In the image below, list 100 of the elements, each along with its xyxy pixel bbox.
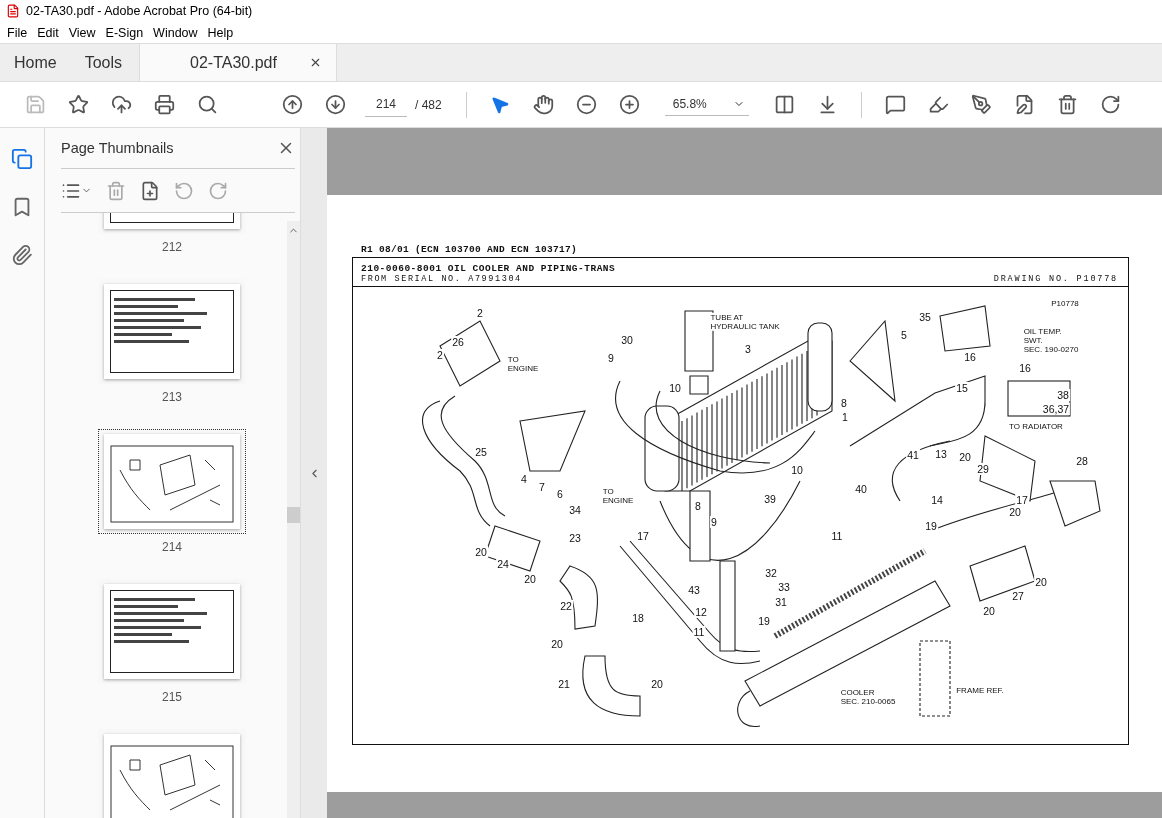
part-number-label: 19 <box>757 614 771 628</box>
window-title: 02-TA30.pdf - Adobe Acrobat Pro (64-bit) <box>26 4 253 18</box>
part-number-label: 20 <box>1008 505 1022 519</box>
part-number-label: 18 <box>631 611 645 625</box>
page-number-label: 212 <box>162 240 182 254</box>
part-number-label: 9 <box>710 515 718 529</box>
part-number-label: 2 <box>436 348 444 362</box>
page-number-label: 213 <box>162 390 182 404</box>
part-number-label: 20 <box>982 604 996 618</box>
part-number-label: 28 <box>1075 454 1089 468</box>
drawing-note: OIL TEMP. SWT. SEC. 190-0270 <box>1022 327 1080 355</box>
drawing-note: TO RADIATOR <box>1008 422 1064 432</box>
part-number-label: 17 <box>636 529 650 543</box>
part-number-label: 22 <box>559 599 573 613</box>
hand-icon[interactable] <box>532 94 554 115</box>
page-total: / 482 <box>415 97 442 112</box>
scrollbar[interactable] <box>287 221 300 818</box>
part-number-label: 19 <box>924 519 938 533</box>
tab[interactable]: Home <box>0 44 71 81</box>
menu-item[interactable]: Edit <box>32 25 64 40</box>
part-number-label: 30 <box>620 333 634 347</box>
part-number-label: 3 <box>744 342 752 356</box>
part-number-label: 4 <box>520 472 528 486</box>
part-number-label: 1 <box>841 410 849 424</box>
drawing-note: FRAME REF. <box>955 686 1005 696</box>
part-number-label: 7 <box>538 480 546 494</box>
part-number-label: 9 <box>607 351 615 365</box>
part-number-label: 12 <box>694 605 708 619</box>
part-number-label: 5 <box>900 328 908 342</box>
part-number-label: 23 <box>568 531 582 545</box>
part-number-label: 15 <box>955 381 969 395</box>
part-number-label: 8 <box>694 499 702 513</box>
part-number-label: 17 <box>1015 493 1029 507</box>
part-number-label: 21 <box>557 677 571 691</box>
drawing-note: P10778 <box>1050 299 1080 309</box>
part-number-label: 14 <box>930 493 944 507</box>
next-page-icon[interactable] <box>325 94 346 115</box>
scroll-thumb[interactable] <box>287 507 300 523</box>
delete-icon[interactable] <box>1056 94 1078 115</box>
highlighter-icon[interactable] <box>927 94 949 115</box>
part-number-label: 16 <box>1018 361 1032 375</box>
part-number-label: 20 <box>650 677 664 691</box>
insert-page-icon[interactable] <box>140 180 160 201</box>
print-icon[interactable] <box>154 94 175 115</box>
part-number-label: 24 <box>496 557 510 571</box>
serial-number: FROM SERIAL NO. A7991304 <box>361 274 523 284</box>
drawing-note: TO ENGINE <box>601 486 635 506</box>
menu-item[interactable]: File <box>2 25 33 40</box>
part-number-label: 29 <box>976 462 990 476</box>
part-number-label: 20 <box>958 450 972 464</box>
zoom-dropdown[interactable]: 65.8% <box>664 93 749 116</box>
menu-item[interactable]: View <box>63 25 101 40</box>
part-number-label: 20 <box>550 637 564 651</box>
drawing-note: TO ENGINE <box>506 354 540 374</box>
part-number-label: 2 <box>476 306 484 320</box>
paperclip-icon[interactable] <box>11 244 33 266</box>
part-number-label: 20 <box>1034 575 1048 589</box>
pdf-file-icon <box>6 4 20 18</box>
menu-item[interactable]: E-Sign <box>100 25 149 40</box>
comment-icon[interactable] <box>884 94 906 115</box>
part-number-label: 32 <box>764 566 778 580</box>
part-number-label: 35 <box>918 310 932 324</box>
part-number-label: 39 <box>763 492 777 506</box>
part-number-label: 43 <box>687 583 701 597</box>
part-number-label: 38 <box>1056 388 1070 402</box>
part-number-label: 25 <box>474 445 488 459</box>
panel-title: Page Thumbnails <box>61 140 174 156</box>
rotate-icon[interactable] <box>1099 94 1121 115</box>
page-number-label: 214 <box>162 540 182 554</box>
part-number-label: 6 <box>556 487 564 501</box>
zoom-out-icon[interactable] <box>575 94 597 115</box>
page-number-field[interactable]: 214 <box>365 92 407 117</box>
search-icon[interactable] <box>197 94 218 115</box>
part-number-label: 13 <box>934 447 948 461</box>
part-number-label: 36,37 <box>1041 402 1071 416</box>
part-number-label: 11 <box>830 529 844 543</box>
drawing-note: TUBE AT HYDRAULIC TANK <box>709 312 781 332</box>
part-number-label: 16 <box>963 350 977 364</box>
part-number-label: 40 <box>854 482 868 496</box>
part-number-label: 41 <box>906 448 920 462</box>
part-number-label: 27 <box>1011 589 1025 603</box>
part-number-label: 10 <box>790 463 804 477</box>
zoom-in-icon[interactable] <box>618 94 640 115</box>
tab[interactable]: Tools <box>70 44 137 81</box>
cloud-upload-icon[interactable] <box>111 94 132 115</box>
pen-icon[interactable] <box>970 94 992 115</box>
drawing-note: COOLER SEC. 210-0065 <box>839 687 897 707</box>
menu-item[interactable]: Help <box>202 25 239 40</box>
part-number-label: 10 <box>668 381 682 395</box>
star-icon[interactable] <box>68 94 89 115</box>
revision-note: R1 08/01 (ECN 103700 AND ECN 103717) <box>361 244 579 255</box>
part-number-label: 34 <box>568 503 582 517</box>
previous-page-icon[interactable] <box>282 94 303 115</box>
part-number-label: 26 <box>451 335 465 349</box>
tab[interactable]: 02-TA30.pdf <box>139 44 338 81</box>
page-fit-icon[interactable] <box>773 94 795 115</box>
pages-icon[interactable] <box>11 148 33 170</box>
thumbnail-frame[interactable] <box>98 429 246 534</box>
part-number-label: 31 <box>774 595 788 609</box>
menu-item[interactable]: Window <box>148 25 203 40</box>
